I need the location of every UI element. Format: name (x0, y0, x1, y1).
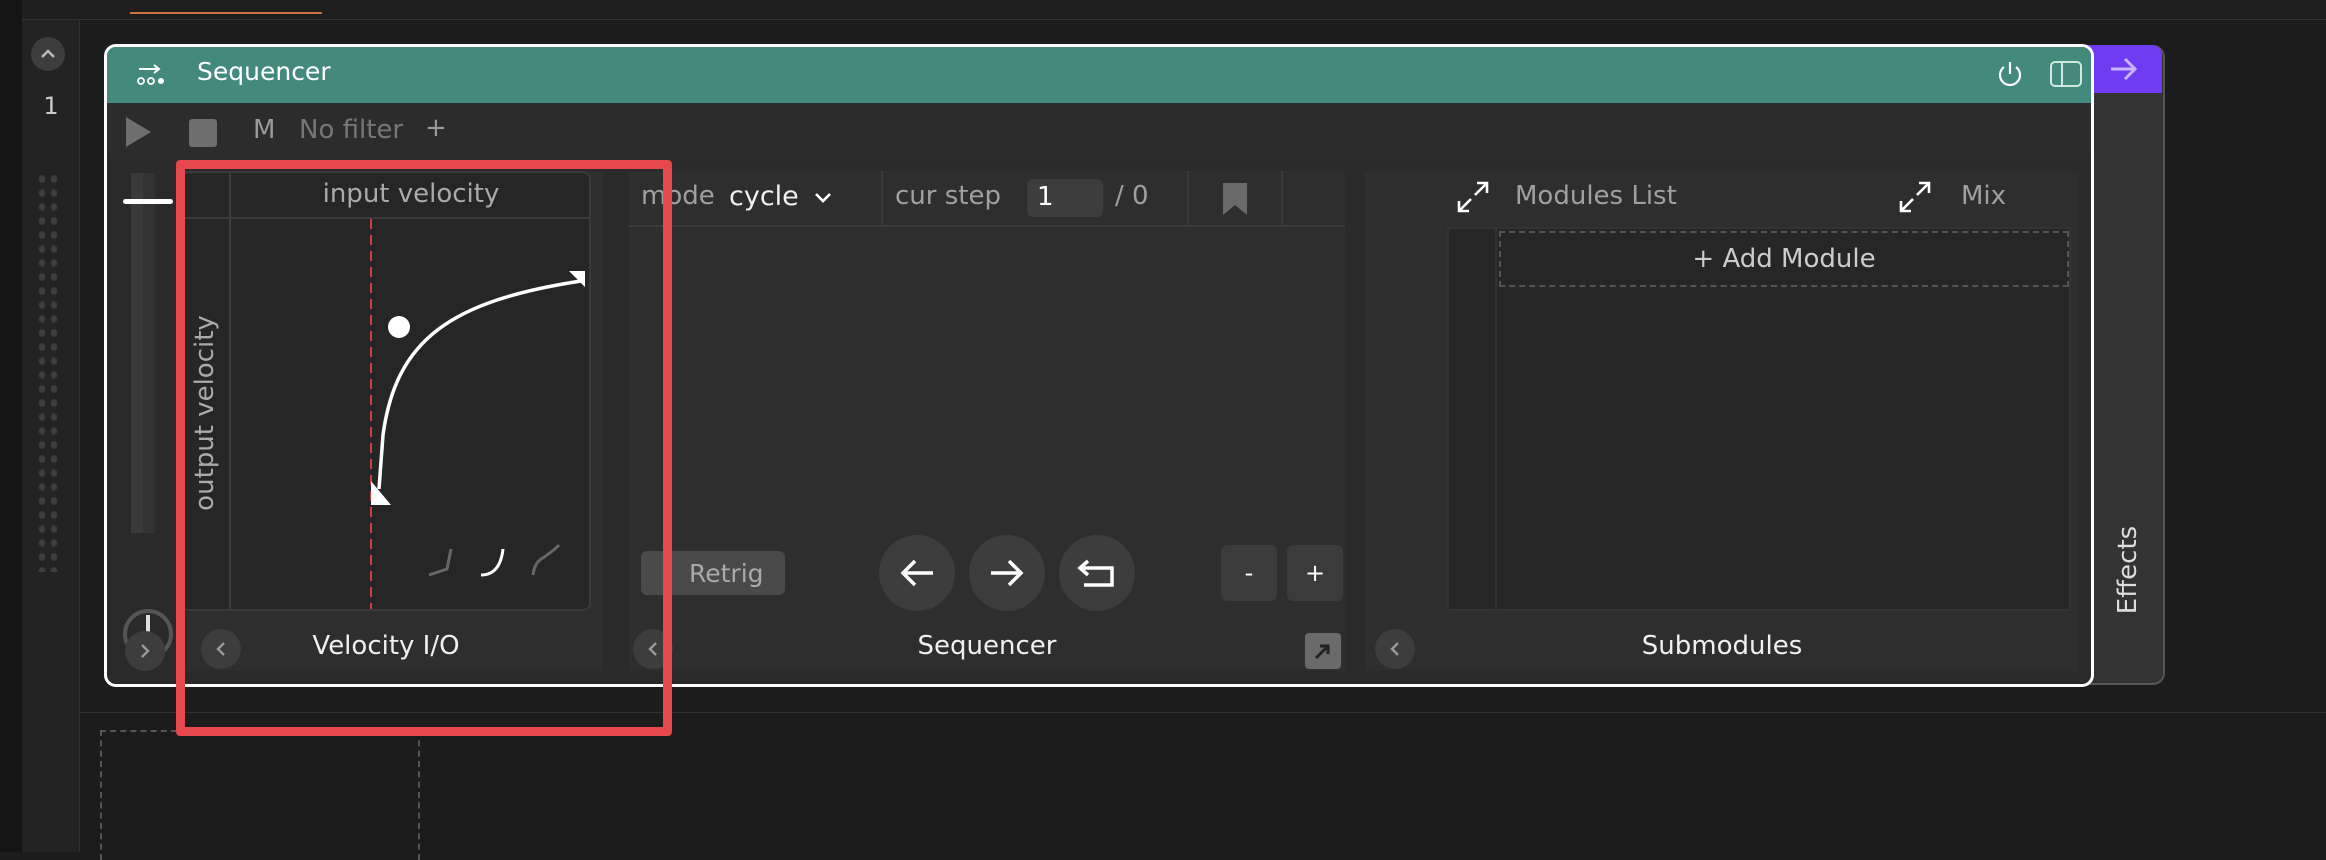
curve-control-point[interactable] (388, 316, 410, 338)
submodules-panel-title: Submodules (1641, 631, 1803, 661)
device-toolbar: M No filter + (107, 103, 2091, 159)
chevron-down-icon[interactable] (813, 191, 833, 205)
volume-fader-handle[interactable] (123, 199, 173, 204)
cur-step-input[interactable]: 1 (1027, 179, 1103, 217)
mix-label: Mix (1961, 181, 2007, 211)
device-title: Sequencer (197, 57, 331, 86)
expand-icon[interactable] (1455, 179, 1491, 215)
velocity-panel-title: Velocity I/O (312, 631, 460, 661)
curve-preset-log-icon[interactable] (480, 548, 505, 577)
curve-preset-s-icon[interactable] (531, 543, 561, 576)
play-icon[interactable] (123, 115, 153, 149)
return-icon (1077, 559, 1114, 587)
mode-label: mode (641, 181, 715, 211)
modules-list-label: Modules List (1515, 181, 1677, 211)
drag-handle[interactable] (36, 172, 60, 572)
total-steps: / 0 (1115, 181, 1149, 211)
arrow-left-icon (900, 559, 933, 587)
device-header: Sequencer (107, 47, 2091, 103)
sequencer-device: Sequencer M No filter + input velocity o… (104, 44, 2094, 687)
output-velocity-label: output velocity (190, 315, 221, 511)
step-forward-button[interactable] (969, 535, 1045, 611)
step-back-button[interactable] (879, 535, 955, 611)
sequencer-icon (137, 64, 164, 85)
bookmark-icon[interactable] (1221, 181, 1249, 217)
chain-next-button[interactable] (2085, 45, 2162, 93)
velocity-curve-editor[interactable]: input velocity output velocity (181, 171, 591, 611)
chevron-up-icon (41, 49, 55, 58)
reset-step-button[interactable] (1059, 535, 1135, 611)
collapse-up-button[interactable] (31, 37, 65, 71)
panel-toggle-icon[interactable] (2049, 59, 2083, 89)
arrow-right-icon (2110, 57, 2137, 81)
mode-dropdown[interactable]: cycle (729, 181, 799, 212)
increase-steps-button[interactable]: + (1287, 545, 1343, 601)
arrow-right-icon (991, 559, 1024, 587)
velocity-io-panel: input velocity output velocity Velocity … (181, 171, 603, 671)
stop-icon[interactable] (189, 119, 217, 147)
velocity-curve-graph[interactable] (231, 219, 591, 609)
expand-icon[interactable] (1897, 179, 1933, 215)
add-filter-button[interactable]: + (425, 113, 447, 143)
add-module-button[interactable]: + Add Module (1499, 231, 2069, 287)
filter-selector[interactable]: No filter (299, 115, 403, 145)
left-strip (0, 0, 22, 852)
mute-button[interactable]: M (253, 115, 275, 145)
expand-right-button[interactable] (125, 631, 165, 671)
popout-button[interactable] (1305, 633, 1341, 669)
device-drop-zone[interactable] (100, 730, 420, 860)
input-velocity-label: input velocity (322, 179, 500, 209)
retrig-button[interactable]: Retrig (641, 551, 785, 595)
cur-step-label: cur step (895, 181, 1001, 211)
effects-side-label[interactable]: Effects (2108, 470, 2148, 670)
modules-list-area: + Add Module (1447, 227, 2071, 611)
power-icon[interactable] (1995, 59, 2025, 89)
level-meter-right (143, 173, 155, 533)
track-number: 1 (43, 92, 59, 120)
sequencer-panel-title: Sequencer (917, 631, 1057, 661)
active-tab-indicator (130, 10, 322, 14)
level-meter-left (131, 173, 143, 533)
chevron-right-icon (141, 644, 150, 658)
submodules-panel: Modules List Mix + Add Module Submodules (1365, 171, 2079, 671)
decrease-steps-button[interactable]: - (1221, 545, 1277, 601)
sequencer-panel: mode cycle cur step 1 / 0 Retrig - + Seq… (629, 171, 1345, 671)
popout-icon (1314, 644, 1330, 660)
curve-preset-linear-icon[interactable] (428, 548, 453, 577)
level-meter-section (123, 173, 173, 684)
top-bar (0, 0, 2326, 20)
